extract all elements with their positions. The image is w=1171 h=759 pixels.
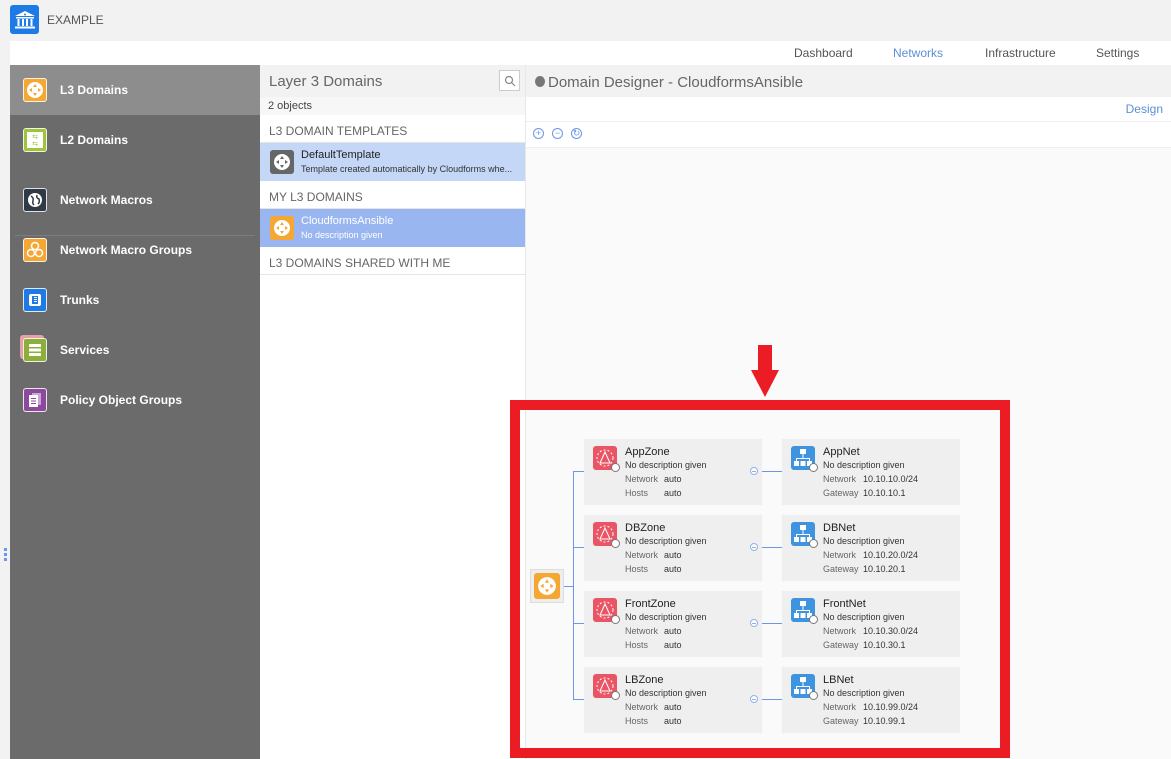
annotation-arrow-icon <box>751 345 779 397</box>
list-item-default-template[interactable]: DefaultTemplate Template created automat… <box>260 143 525 181</box>
l3-domain-icon <box>270 216 294 240</box>
services-icon <box>23 338 47 362</box>
sidebar-item-label: Network Macro Groups <box>60 243 193 257</box>
globe-group-icon <box>23 238 47 262</box>
trunk-icon <box>23 288 47 312</box>
panel-resize-handle[interactable] <box>4 548 7 562</box>
sidebar-item-l2-domains[interactable]: ⇆ ⇆ L2 Domains <box>10 115 260 165</box>
top-bar: EXAMPLE <box>0 0 1171 41</box>
section-heading-my-domains: MY L3 DOMAINS <box>260 181 525 209</box>
search-icon <box>504 75 515 86</box>
sidebar-item-label: Policy Object Groups <box>60 393 183 407</box>
app-title: EXAMPLE <box>47 13 104 27</box>
sidebar-item-network-macro-groups[interactable]: Network Macro Groups <box>10 225 260 275</box>
list-header: Layer 3 Domains <box>260 65 525 97</box>
l3-domain-icon <box>23 78 47 102</box>
l3-template-icon <box>270 150 294 174</box>
nav-infrastructure[interactable]: Infrastructure <box>985 46 1056 60</box>
nav-settings[interactable]: Settings <box>1096 46 1139 60</box>
policy-group-icon <box>23 388 47 412</box>
search-button[interactable] <box>499 70 520 91</box>
object-count: 2 objects <box>260 97 525 115</box>
designer-tabbar: Design <box>526 97 1171 122</box>
designer-toolbar: + − ↻ <box>526 122 1171 148</box>
zoom-in-button[interactable]: + <box>533 128 544 139</box>
sidebar-item-label: Services <box>60 343 110 357</box>
designer-header: Domain Designer - CloudformsAnsible <box>526 65 1171 97</box>
list-item-cloudforms-ansible[interactable]: CloudformsAnsible No description given <box>260 209 525 247</box>
sidebar-item-label: L3 Domains <box>60 83 129 97</box>
nav-networks[interactable]: Networks <box>893 46 943 60</box>
l2-domain-icon: ⇆ ⇆ <box>23 128 47 152</box>
section-heading-templates: L3 DOMAIN TEMPLATES <box>260 115 525 143</box>
l3-domain-list-pane: Layer 3 Domains 2 objects L3 DOMAIN TEMP… <box>260 65 525 759</box>
globe-icon <box>23 188 47 212</box>
section-heading-shared: L3 DOMAINS SHARED WITH ME <box>260 247 525 275</box>
list-item-name: DefaultTemplate <box>301 149 381 161</box>
sidebar-item-trunks[interactable]: Trunks <box>10 275 260 325</box>
svg-text:⇆: ⇆ <box>32 141 38 148</box>
reset-zoom-button[interactable]: ↻ <box>571 128 582 139</box>
sidebar-item-l3-domains[interactable]: L3 Domains <box>10 65 260 115</box>
nav-dashboard[interactable]: Dashboard <box>794 46 853 60</box>
list-title: Layer 3 Domains <box>269 73 383 90</box>
svg-text:⇆: ⇆ <box>32 134 38 141</box>
annotation-highlight-box <box>510 400 1010 758</box>
zoom-out-button[interactable]: − <box>552 128 563 139</box>
sidebar-item-label: Trunks <box>60 293 100 307</box>
list-item-name: CloudformsAnsible <box>301 215 394 227</box>
list-item-description: No description given <box>301 230 383 240</box>
designer-title: Domain Designer - CloudformsAnsible <box>548 74 804 91</box>
sidebar-item-label: L2 Domains <box>60 133 129 147</box>
list-item-description: Template created automatically by Cloudf… <box>301 164 513 174</box>
bank-building-icon[interactable] <box>10 5 39 34</box>
status-dot-icon <box>535 76 545 87</box>
sidebar: L3 Domains ⇆ ⇆ L2 Domains Network Macros … <box>10 65 260 759</box>
tab-design[interactable]: Design <box>1126 102 1163 116</box>
sidebar-item-services[interactable]: Services <box>10 325 260 375</box>
main-nav: Dashboard Networks Infrastructure Settin… <box>10 41 1171 65</box>
sidebar-item-network-macros[interactable]: Network Macros <box>10 175 260 225</box>
sidebar-item-policy-object-groups[interactable]: Policy Object Groups <box>10 375 260 425</box>
sidebar-item-label: Network Macros <box>60 193 153 207</box>
